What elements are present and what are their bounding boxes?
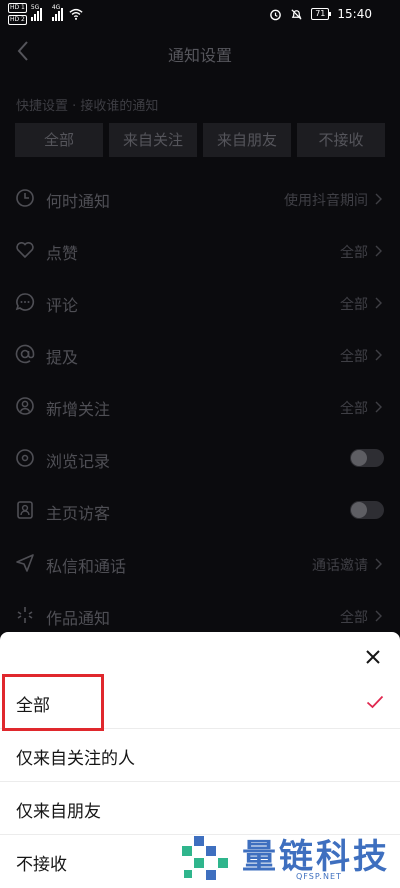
checkmark-icon bbox=[366, 695, 384, 709]
setting-label: 新增关注 bbox=[46, 400, 111, 419]
setting-value: 全部 bbox=[340, 610, 368, 626]
chip-none[interactable]: 不接收 bbox=[297, 123, 385, 157]
setting-row-profile-visitors: 主页访客 bbox=[0, 485, 400, 537]
chevron-right-icon bbox=[375, 245, 382, 257]
comment-icon bbox=[15, 293, 35, 311]
watermark-subtext: QFSP.NET bbox=[296, 872, 342, 881]
eye-icon bbox=[16, 449, 34, 467]
option-following-only[interactable]: 仅来自关注的人 bbox=[0, 729, 400, 782]
option-label: 不接收 bbox=[16, 855, 67, 875]
setting-label: 何时通知 bbox=[46, 192, 111, 211]
profile-visitors-toggle[interactable] bbox=[350, 501, 384, 519]
setting-row-likes[interactable]: 点赞 全部 bbox=[0, 225, 400, 277]
chip-friends[interactable]: 来自朋友 bbox=[203, 123, 291, 157]
heart-icon bbox=[16, 242, 34, 259]
close-icon[interactable] bbox=[362, 646, 384, 668]
watermark: 量链科技 QFSP.NET bbox=[178, 826, 400, 888]
setting-row-messages-calls[interactable]: 私信和通话 通话邀请 bbox=[0, 538, 400, 590]
chevron-right-icon bbox=[375, 401, 382, 413]
setting-label: 评论 bbox=[46, 296, 79, 315]
person-icon bbox=[16, 397, 34, 415]
setting-value: 全部 bbox=[340, 401, 368, 417]
setting-row-comments[interactable]: 评论 全部 bbox=[0, 277, 400, 329]
setting-label: 主页访客 bbox=[46, 504, 111, 523]
chevron-right-icon bbox=[375, 558, 382, 570]
watermark-logo-icon bbox=[182, 836, 228, 880]
clock-icon bbox=[16, 189, 34, 207]
toggle-knob bbox=[351, 502, 367, 518]
chevron-right-icon bbox=[375, 349, 382, 361]
chevron-right-icon bbox=[375, 193, 382, 205]
setting-row-new-followers[interactable]: 新增关注 全部 bbox=[0, 381, 400, 433]
view-history-toggle[interactable] bbox=[350, 449, 384, 467]
setting-row-view-history: 浏览记录 bbox=[0, 433, 400, 485]
setting-label: 点赞 bbox=[46, 244, 79, 263]
setting-value: 全部 bbox=[340, 297, 368, 313]
setting-value: 全部 bbox=[340, 245, 368, 261]
toggle-knob bbox=[351, 450, 367, 466]
chevron-right-icon bbox=[375, 297, 382, 309]
setting-value: 使用抖音期间 bbox=[284, 193, 368, 209]
sparkle-icon bbox=[17, 607, 33, 623]
setting-value: 通话邀请 bbox=[312, 558, 368, 574]
option-label: 仅来自关注的人 bbox=[16, 749, 135, 769]
watermark-text: 量链科技 bbox=[242, 837, 390, 877]
chip-following[interactable]: 来自关注 bbox=[109, 123, 197, 157]
setting-row-when[interactable]: 何时通知 使用抖音期间 bbox=[0, 173, 400, 225]
setting-value: 全部 bbox=[340, 349, 368, 365]
quick-settings-label: 快捷设置 · 接收谁的通知 bbox=[16, 99, 159, 114]
annotation-highlight-box bbox=[2, 674, 104, 731]
setting-label: 作品通知 bbox=[46, 609, 111, 628]
quick-settings-chips: 全部 来自关注 来自朋友 不接收 bbox=[15, 123, 385, 157]
page-title: 通知设置 bbox=[167, 46, 232, 65]
chip-all[interactable]: 全部 bbox=[15, 123, 103, 157]
at-icon bbox=[15, 344, 35, 364]
send-icon bbox=[16, 554, 34, 572]
setting-row-mentions[interactable]: 提及 全部 bbox=[0, 329, 400, 381]
option-label: 仅来自朋友 bbox=[16, 802, 101, 822]
profile-card-icon bbox=[17, 501, 33, 519]
setting-label: 私信和通话 bbox=[46, 557, 127, 576]
chevron-right-icon bbox=[375, 610, 382, 622]
setting-label: 浏览记录 bbox=[46, 452, 111, 471]
setting-label: 提及 bbox=[46, 348, 79, 367]
